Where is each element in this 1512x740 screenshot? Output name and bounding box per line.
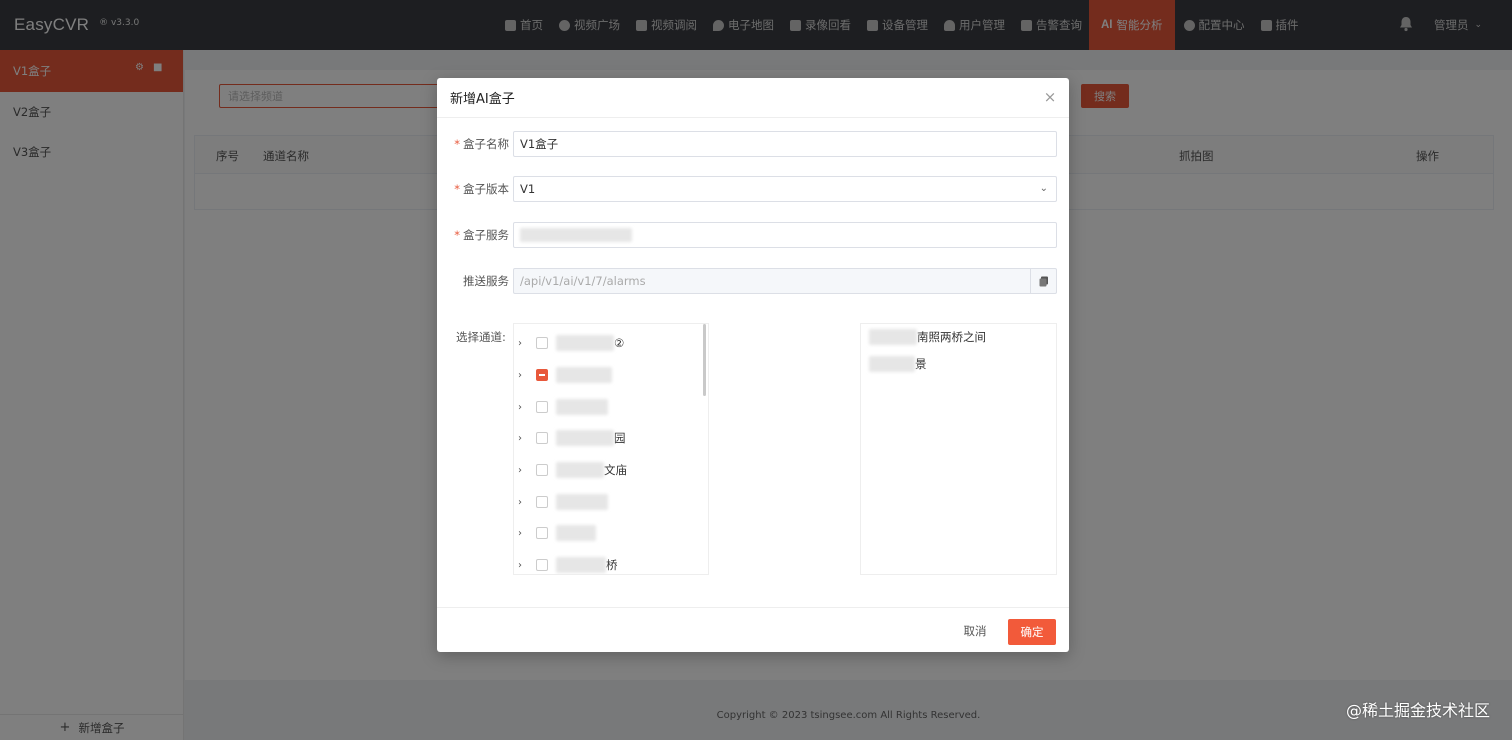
box-name-label: * 盒子名称 bbox=[454, 137, 509, 151]
box-service-input[interactable] bbox=[513, 222, 1057, 248]
tree-node[interactable]: › ② bbox=[514, 333, 704, 353]
tree-checkbox[interactable] bbox=[536, 337, 548, 349]
tree-node[interactable]: › bbox=[514, 397, 704, 417]
tree-node[interactable]: › bbox=[514, 492, 704, 512]
box-service-row: * 盒子服务 bbox=[437, 222, 1069, 248]
chevron-right-icon[interactable]: › bbox=[518, 497, 532, 508]
tree-checkbox[interactable] bbox=[536, 432, 548, 444]
chevron-right-icon[interactable]: › bbox=[518, 338, 532, 349]
copy-icon[interactable] bbox=[1030, 269, 1056, 293]
box-name-input[interactable]: V1盒子 bbox=[513, 131, 1057, 157]
tree-checkbox[interactable] bbox=[536, 559, 548, 571]
confirm-button[interactable]: 确定 bbox=[1008, 619, 1056, 645]
box-version-row: * 盒子版本 V1 ⌄ bbox=[437, 176, 1069, 202]
dialog-header: 新增AI盒子 × bbox=[437, 78, 1069, 118]
selected-channel-item: 南照两桥之间 bbox=[869, 329, 986, 345]
box-service-label: * 盒子服务 bbox=[454, 228, 509, 242]
tree-checkbox-indeterminate[interactable] bbox=[536, 369, 548, 381]
chevron-right-icon[interactable]: › bbox=[518, 528, 532, 539]
tree-node[interactable]: › 文庙 bbox=[514, 460, 704, 480]
dialog-footer: 取消 确定 bbox=[437, 607, 1069, 652]
chevron-right-icon[interactable]: › bbox=[518, 465, 532, 476]
chevron-right-icon[interactable]: › bbox=[518, 433, 532, 444]
selected-channel-list: 南照两桥之间 景 bbox=[860, 323, 1057, 575]
chevron-down-icon: ⌄ bbox=[1039, 183, 1048, 194]
tree-checkbox[interactable] bbox=[536, 464, 548, 476]
dialog-title: 新增AI盒子 bbox=[450, 92, 515, 107]
tree-checkbox[interactable] bbox=[536, 527, 548, 539]
add-ai-box-dialog: 新增AI盒子 × * 盒子名称 V1盒子 * 盒子版本 V1 ⌄ * 盒子服务 推送服… bbox=[437, 78, 1069, 652]
close-icon[interactable]: × bbox=[1043, 90, 1057, 105]
cancel-button[interactable]: 取消 bbox=[951, 619, 999, 643]
tree-node[interactable]: › 园 bbox=[514, 428, 704, 448]
chevron-right-icon[interactable]: › bbox=[518, 402, 532, 413]
channel-select-label: 选择通道: bbox=[456, 330, 506, 344]
tree-checkbox[interactable] bbox=[536, 401, 548, 413]
chevron-right-icon[interactable]: › bbox=[518, 560, 532, 571]
push-service-row: 推送服务 /api/v1/ai/v1/7/alarms bbox=[437, 268, 1069, 294]
source-credit: @稀土掘金技术社区 bbox=[1345, 701, 1490, 720]
push-service-input: /api/v1/ai/v1/7/alarms bbox=[513, 268, 1057, 294]
box-version-select[interactable]: V1 ⌄ bbox=[513, 176, 1057, 202]
box-version-label: * 盒子版本 bbox=[454, 182, 509, 196]
push-service-label: 推送服务 bbox=[463, 274, 509, 288]
chevron-right-icon[interactable]: › bbox=[518, 370, 532, 381]
tree-node[interactable]: › bbox=[514, 365, 704, 385]
box-name-row: * 盒子名称 V1盒子 bbox=[437, 131, 1069, 157]
selected-channel-item: 景 bbox=[869, 356, 927, 372]
tree-node[interactable]: › bbox=[514, 523, 704, 543]
channel-tree: › ② › › › 园 › 文庙 › › › 桥 bbox=[513, 323, 709, 575]
tree-node[interactable]: › 桥 bbox=[514, 555, 704, 574]
tree-checkbox[interactable] bbox=[536, 496, 548, 508]
